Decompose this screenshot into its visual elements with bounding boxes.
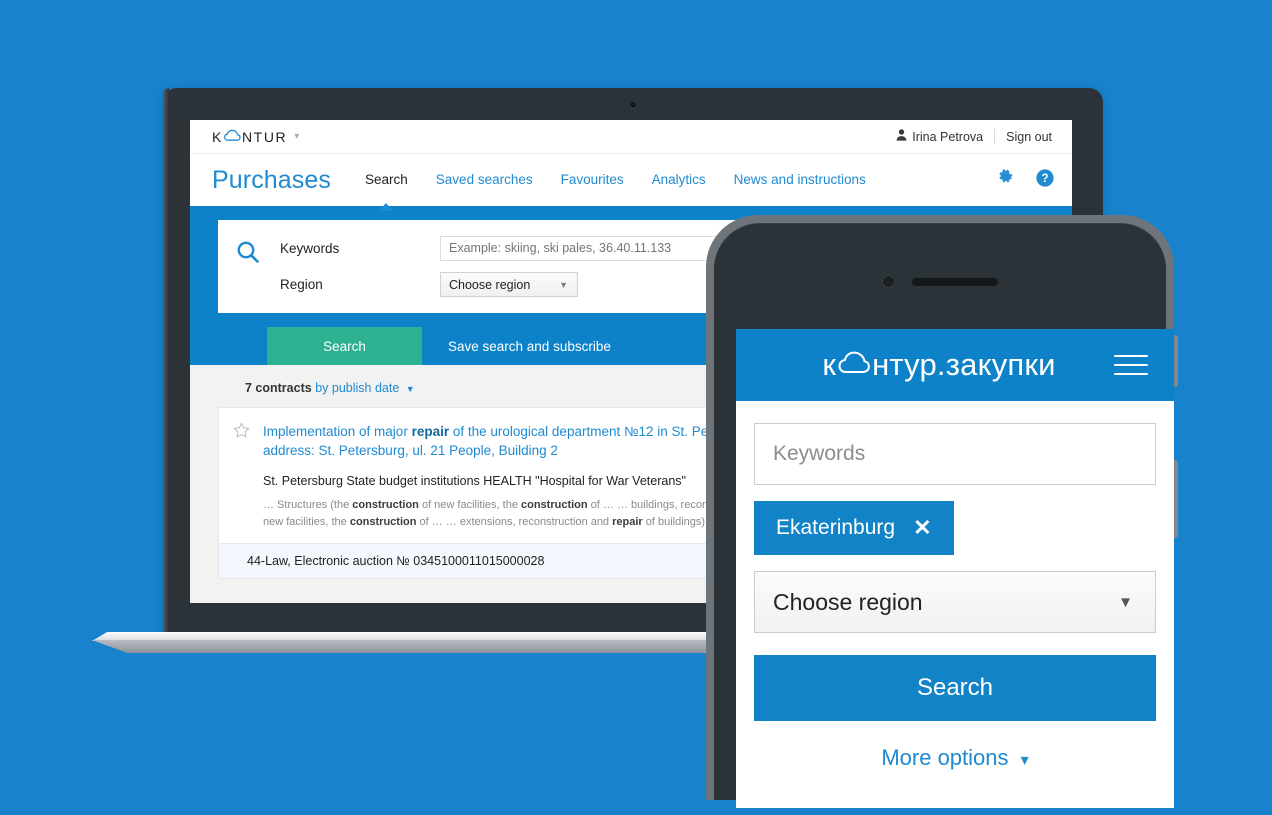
cloud-icon (838, 347, 870, 383)
user-name: Irina Petrova (912, 129, 984, 144)
tab-favourites[interactable]: Favourites (561, 172, 624, 189)
results-count: 7 contracts (245, 381, 312, 395)
phone-search-placeholder: Keywords (773, 442, 866, 465)
phone-camera-icon (882, 275, 895, 288)
cloud-icon (224, 129, 241, 145)
magnifier-icon (236, 236, 266, 269)
phone-header: к нтур.закупки (736, 329, 1174, 401)
phone-region-select[interactable]: Choose region ▼ (754, 571, 1156, 633)
result-title-highlight: repair (411, 424, 450, 439)
page-title: Purchases (212, 165, 332, 194)
phone-logo-before: к (822, 347, 837, 382)
kontur-logo-text-after: NTUR (241, 128, 288, 145)
phone-logo-after: нтур.закупки (872, 347, 1056, 382)
keywords-label: Keywords (280, 241, 340, 256)
kontur-logo-text-before: K (212, 128, 223, 145)
phone-search-input[interactable]: Keywords (754, 423, 1156, 485)
region-chip[interactable]: Ekaterinburg ✕ (754, 501, 954, 555)
sort-link[interactable]: by publish date (315, 381, 399, 395)
region-select[interactable]: Choose region ▼ (440, 272, 578, 297)
phone-search-button[interactable]: Search (754, 655, 1156, 721)
result-title-part1: Implementation of major (263, 424, 412, 439)
person-icon (896, 129, 907, 144)
chevron-down-icon: ▾ (1020, 752, 1029, 769)
kontur-topbar: K NTUR ▾ Irina Petrova Sign out (190, 120, 1072, 154)
save-search-button[interactable]: Save search and subscribe (422, 327, 637, 365)
search-button[interactable]: Search (267, 327, 422, 365)
region-label: Region (280, 277, 323, 292)
chevron-down-icon: ▼ (1118, 593, 1133, 611)
chevron-down-icon[interactable]: ▼ (406, 384, 415, 394)
phone-region-select-value: Choose region (773, 588, 923, 615)
main-nav: Purchases Search Saved searches Favourit… (190, 154, 1072, 211)
star-outline-icon[interactable] (233, 422, 250, 444)
more-options-link[interactable]: More options ▾ (754, 745, 1156, 771)
chevron-down-icon[interactable]: ▾ (294, 131, 301, 142)
tab-saved-searches[interactable]: Saved searches (436, 172, 533, 189)
nav-icon-group: ? (997, 168, 1054, 192)
sign-out-link[interactable]: Sign out (1006, 130, 1052, 144)
kontur-logo[interactable]: K NTUR ▾ (212, 129, 301, 145)
topbar-divider (994, 129, 996, 144)
phone-search-form: Keywords Ekaterinburg ✕ Choose region ▼ … (736, 401, 1174, 771)
phone-body: к нтур.закупки Keywords Ekaterinburg ✕ C… (714, 223, 1174, 808)
laptop-camera-icon (630, 102, 636, 108)
user-account[interactable]: Irina Petrova (896, 129, 983, 144)
nav-items: Search Saved searches Favourites Analyti… (365, 172, 866, 211)
phone-speaker-icon (912, 278, 998, 286)
region-select-value: Choose region (449, 277, 531, 292)
help-icon[interactable]: ? (1036, 168, 1054, 192)
chevron-down-icon: ▼ (559, 279, 568, 290)
close-icon[interactable]: ✕ (913, 515, 931, 541)
tab-search[interactable]: Search (365, 172, 408, 211)
phone-logo[interactable]: к нтур.закупки (736, 347, 1114, 383)
tab-news-and-instructions[interactable]: News and instructions (734, 172, 866, 189)
more-options-label: More options (881, 745, 1009, 770)
tab-analytics[interactable]: Analytics (652, 172, 706, 189)
region-chip-label: Ekaterinburg (776, 516, 896, 539)
hamburger-menu-icon[interactable] (1114, 355, 1148, 375)
phone-screen: к нтур.закупки Keywords Ekaterinburg ✕ C… (736, 329, 1174, 808)
gear-icon[interactable] (997, 169, 1014, 191)
phone-device: к нтур.закупки Keywords Ekaterinburg ✕ C… (706, 215, 1178, 815)
topbar-right-group: Irina Petrova Sign out (896, 129, 1052, 144)
svg-text:?: ? (1041, 173, 1048, 185)
